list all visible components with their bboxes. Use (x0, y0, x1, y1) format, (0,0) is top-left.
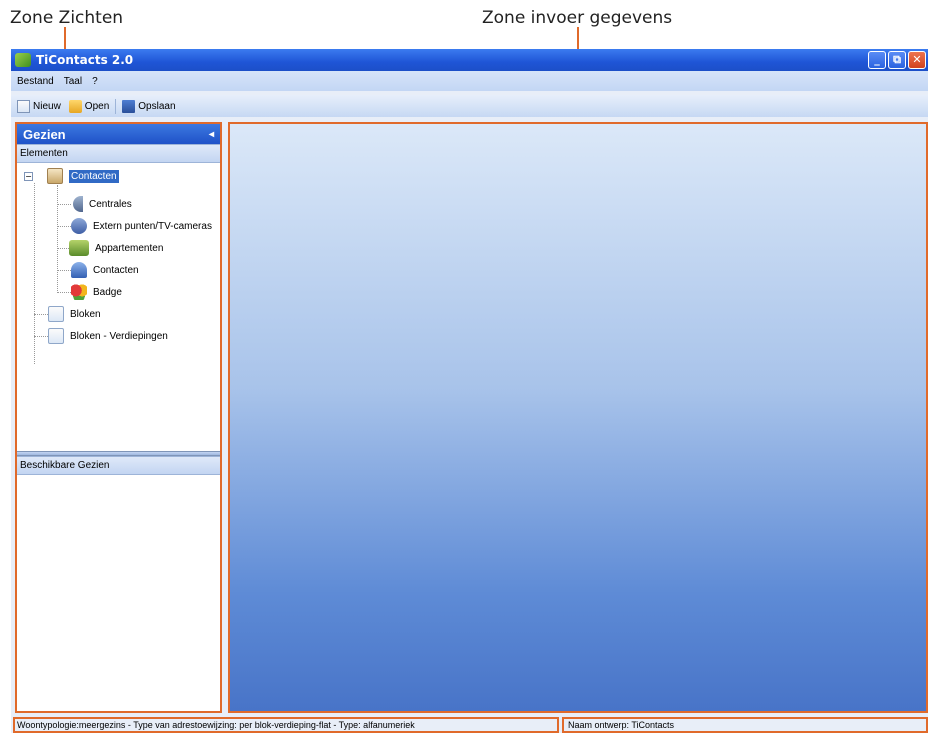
tree-connector (57, 204, 71, 205)
tree-item-label: Appartementen (95, 242, 164, 254)
collapse-icon[interactable]: − (24, 172, 33, 181)
window-controls: _ ⧉ ✕ (868, 51, 926, 69)
tree-item-bloken-verdiepingen[interactable]: Bloken - Verdiepingen (48, 326, 168, 346)
save-disk-icon (122, 99, 136, 113)
callout-data-entry-zone: Zone invoer gegevens (482, 8, 673, 28)
status-project-name: Naam ontwerp: TiContacts (562, 717, 928, 733)
elements-tree: − Contacten Centrales Extern punten/TV-c… (17, 163, 220, 451)
tree-connector (34, 336, 48, 337)
views-panel-title: Gezien (23, 126, 66, 142)
status-bar: Woontypologie:meergezins - Type van adre… (11, 717, 928, 733)
title-bar[interactable]: TiContacts 2.0 _ ⧉ ✕ (11, 49, 928, 71)
minimize-icon[interactable]: _ (868, 51, 886, 69)
views-panel-header: Gezien ◂ (17, 124, 220, 144)
open-button-label: Open (84, 100, 110, 112)
badge-icon (71, 284, 87, 300)
tree-connector (57, 292, 71, 293)
tree-item-label: Bloken - Verdiepingen (70, 330, 168, 342)
tree-item-label: Badge (93, 286, 122, 298)
data-entry-area[interactable] (228, 122, 928, 713)
toolbar: Nieuw Open Opslaan (11, 95, 928, 117)
tree-item-extern-punten[interactable]: Extern punten/TV-cameras (71, 216, 212, 236)
ticontacts-leaf-icon (15, 53, 31, 67)
tree-connector (57, 270, 71, 271)
close-icon[interactable]: ✕ (908, 51, 926, 69)
window-title: TiContacts 2.0 (36, 53, 134, 67)
tree-item-contacten-root[interactable]: Contacten (47, 166, 119, 186)
contacts-folder-icon (47, 168, 63, 184)
apartment-icon (69, 240, 89, 256)
menu-item-taal[interactable]: Taal (64, 76, 82, 87)
tree-item-label: Contacten (93, 264, 139, 276)
new-button-label: Nieuw (33, 100, 61, 112)
callout-views-zone: Zone Zichten (10, 8, 124, 28)
tree-item-label: Bloken (70, 308, 101, 320)
menu-bar: Bestand Taal ? (11, 71, 928, 91)
available-views-header: Beschikbare Gezien (17, 456, 220, 475)
camera-icon (71, 218, 87, 234)
tree-connector (57, 226, 71, 227)
centrale-icon (73, 196, 83, 212)
tree-item-badge[interactable]: Badge (71, 282, 122, 302)
status-typology: Woontypologie:meergezins - Type van adre… (13, 717, 559, 733)
tree-item-contacten[interactable]: Contacten (71, 260, 139, 280)
menu-item-help[interactable]: ? (92, 76, 98, 87)
pin-icon[interactable]: ◂ (209, 129, 214, 140)
block-icon (48, 306, 64, 322)
new-document-icon (17, 99, 30, 113)
tree-item-label: Extern punten/TV-cameras (93, 220, 212, 232)
block-floors-icon (48, 328, 64, 344)
folder-open-icon (68, 99, 82, 113)
person-icon (71, 262, 87, 278)
restore-icon[interactable]: ⧉ (888, 51, 906, 69)
views-panel: Gezien ◂ Elementen − Contacten Centrales (15, 122, 222, 713)
tree-item-centrales[interactable]: Centrales (73, 194, 132, 214)
new-button[interactable]: Nieuw (13, 99, 65, 113)
available-views-list[interactable] (17, 475, 220, 705)
tree-item-bloken[interactable]: Bloken (48, 304, 101, 324)
tree-item-label: Contacten (69, 169, 119, 183)
tree-connector (34, 314, 48, 315)
open-button[interactable]: Open (65, 99, 113, 113)
tree-connector (57, 185, 58, 293)
menu-item-bestand[interactable]: Bestand (17, 76, 54, 87)
save-button-label: Opslaan (138, 100, 176, 112)
app-window: TiContacts 2.0 _ ⧉ ✕ Bestand Taal ? Nieu… (11, 49, 928, 733)
tree-item-appartementen[interactable]: Appartementen (69, 238, 163, 258)
tree-item-label: Centrales (89, 198, 132, 210)
elements-section-header: Elementen (17, 144, 220, 163)
save-button[interactable]: Opslaan (118, 99, 179, 113)
toolbar-separator (115, 98, 117, 114)
